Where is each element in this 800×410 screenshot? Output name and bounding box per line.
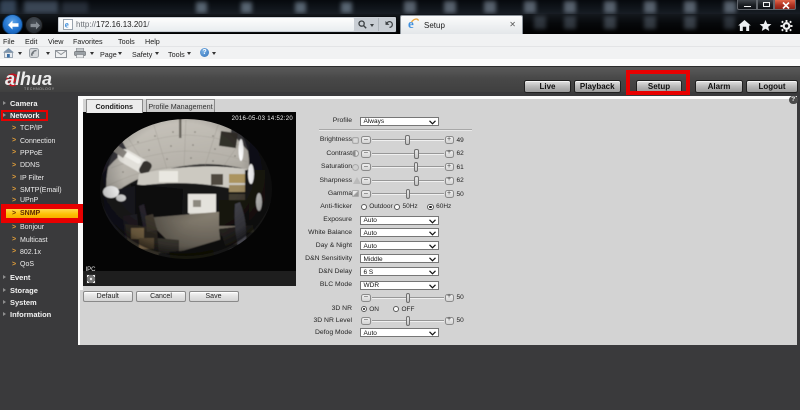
svg-text:alhua: alhua — [5, 69, 52, 89]
svg-text:TECHNOLOGY: TECHNOLOGY — [24, 87, 55, 91]
svg-text:e: e — [65, 20, 69, 30]
